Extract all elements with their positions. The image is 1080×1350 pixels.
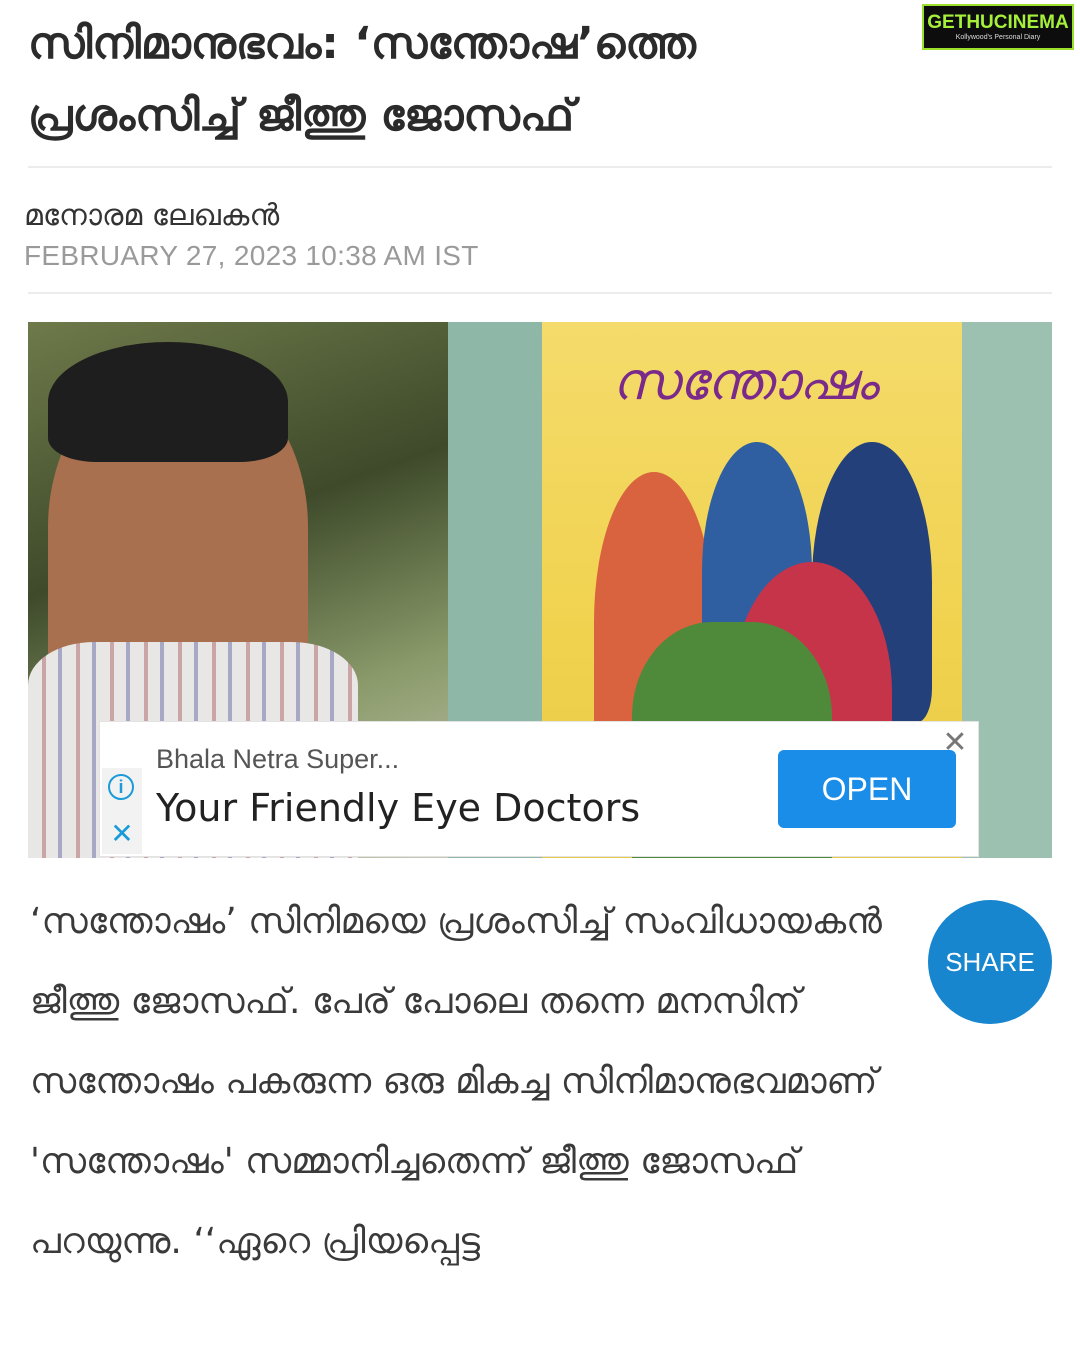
share-button[interactable]: SHARE [928, 900, 1052, 1024]
director-hair [48, 342, 288, 462]
author-name[interactable]: മനോരമ ലേഖകൻ [24, 198, 279, 233]
poster-title: സന്തോഷം [612, 352, 878, 412]
publish-date: FEBRUARY 27, 2023 10:38 AM IST [24, 240, 479, 271]
ad-open-button[interactable]: OPEN [778, 750, 956, 828]
article-headline: സിനിമാനുഭവം: ‘സന്തോഷ’ത്തെ പ്രശംസിച്ച് ജീ… [28, 18, 696, 141]
divider [28, 292, 1052, 294]
article-body: ‘സന്തോഷം’ സിനിമയെ പ്രശംസിച്ച് സംവിധായകൻ … [30, 901, 882, 1262]
x-icon[interactable]: ✕ [108, 820, 136, 848]
ad-headline[interactable]: Your Friendly Eye Doctors [156, 786, 640, 830]
info-icon[interactable]: i [108, 774, 134, 800]
watermark-logo-text: GETHUCINEMA [927, 11, 1069, 33]
watermark-logo: GETHUCINEMA Kollywood's Personal Diary [922, 4, 1074, 50]
divider [28, 166, 1052, 168]
ad-banner[interactable]: i ✕ Bhala Netra Super... Your Friendly E… [100, 722, 978, 856]
close-icon[interactable]: ✕ [940, 728, 970, 758]
ad-brand: Bhala Netra Super... [156, 744, 400, 774]
watermark-tagline: Kollywood's Personal Diary [955, 33, 1041, 41]
